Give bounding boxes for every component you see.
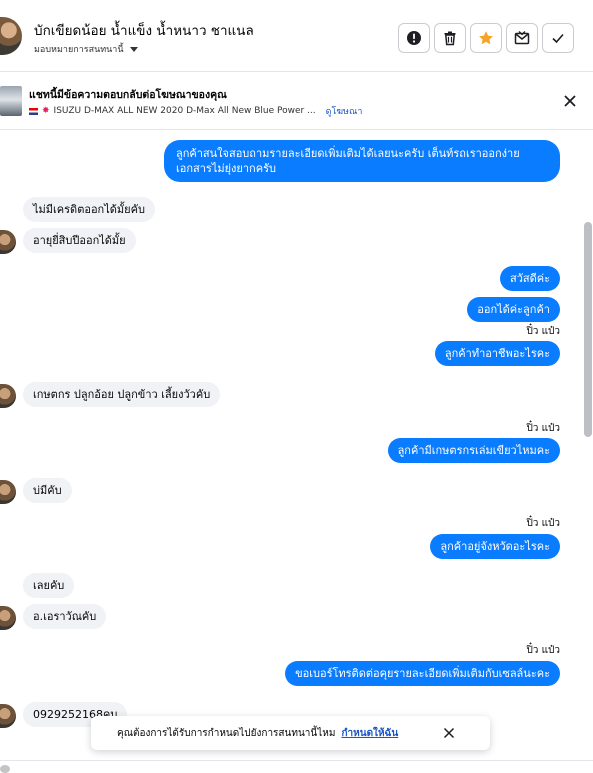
contact-avatar-small [0, 704, 16, 728]
contact-name[interactable]: บักเขียดน้อย น้ำแข็ง น้ำหนาว ชาแนล [34, 19, 254, 41]
message-outgoing[interactable]: ลูกค้าอยู่จังหวัดอะไรคะ [430, 534, 560, 559]
message-outgoing[interactable]: ลูกค้ามีเกษตรกรเล่มเขียวไหมคะ [387, 438, 560, 463]
contact-avatar-small [0, 606, 16, 630]
ad-reply-banner: แชทนี้มีข้อความตอบกลับต่อโฆษณาของคุณ ✸ I… [0, 72, 593, 130]
close-icon[interactable] [563, 94, 577, 108]
assign-conversation-dropdown[interactable]: มอบหมายการสนทนานี้ [34, 42, 138, 56]
check-icon [552, 33, 564, 44]
seen-indicator: ปิ๋ว แป๋ว [526, 326, 560, 337]
close-icon[interactable] [443, 727, 455, 739]
trash-icon [444, 31, 456, 46]
ad-description-line: ✸ ISUZU D-MAX ALL NEW 2020 D-Max All New… [29, 104, 362, 118]
message-incoming[interactable]: เกษตกร ปลูกอ้อย ปลูกข้าว เลี้ยงวัวคับ [23, 382, 221, 407]
star-icon [479, 31, 493, 45]
delete-button[interactable] [434, 23, 466, 53]
ad-description: ISUZU D-MAX ALL NEW 2020 D-Max All New B… [53, 106, 316, 116]
message-outgoing[interactable]: ออกได้ค่ะลูกค้า [467, 297, 560, 322]
contact-avatar[interactable] [0, 17, 22, 55]
contact-avatar-small [0, 384, 16, 408]
sparkle-icon: ✸ [42, 106, 50, 116]
message-outgoing[interactable]: ลูกค้าสนใจสอบถามรายละเอียดเพิ่มเติมได้เล… [164, 140, 560, 182]
thai-flag-icon [29, 107, 38, 115]
view-ad-link[interactable]: ดูโฆษณา [326, 104, 363, 118]
message-incoming[interactable]: เลยคับ [23, 573, 75, 598]
mark-unread-button[interactable] [506, 23, 538, 53]
contact-avatar-small [0, 480, 16, 504]
assign-to-me-link[interactable]: กำหนดให้ฉัน [341, 726, 398, 741]
mark-done-button[interactable] [542, 23, 574, 53]
report-button[interactable] [398, 23, 430, 53]
report-icon [407, 31, 421, 45]
assign-label: มอบหมายการสนทนานี้ [34, 45, 124, 55]
seen-indicator: ปิ๋ว แป๋ว [526, 518, 560, 529]
message-incoming[interactable]: อ.เอราวัณคับ [23, 604, 107, 629]
chat-scrollbar[interactable] [584, 222, 592, 437]
ad-banner-title: แชทนี้มีข้อความตอบกลับต่อโฆษณาของคุณ [29, 89, 227, 101]
ad-thumbnail[interactable] [0, 86, 22, 116]
assign-toast: คุณต้องการได้รับการกำหนดไปยังการสนทนานี้… [91, 716, 490, 750]
message-incoming[interactable]: ไม่มีเครดิตออกได้มั้ยคับ [23, 197, 155, 222]
message-outgoing[interactable]: ลูกค้าทำอาชีพอะไรคะ [434, 341, 560, 366]
message-incoming[interactable]: บ่มีคับ [23, 478, 72, 503]
star-button[interactable] [470, 23, 502, 53]
mark-unread-icon [514, 31, 530, 45]
seen-indicator: ปิ๋ว แป๋ว [526, 423, 560, 434]
contact-avatar-small [0, 230, 16, 254]
toast-message: คุณต้องการได้รับการกำหนดไปยังการสนทนานี้… [117, 727, 336, 739]
composer-avatar [0, 765, 10, 773]
message-incoming[interactable]: อายุยี่สิบปีออกได้มั้ย [23, 228, 136, 253]
seen-indicator: ปิ๋ว แป๋ว [526, 645, 560, 656]
message-outgoing[interactable]: ขอเบอร์โทรติดต่อคุยรายละเอียดเพิ่มเติมกั… [285, 661, 560, 686]
composer-area[interactable] [0, 760, 593, 773]
message-outgoing[interactable]: สวัสดีค่ะ [499, 266, 560, 291]
caret-down-icon [129, 46, 138, 52]
conversation-header: บักเขียดน้อย น้ำแข็ง น้ำหนาว ชาแนล มอบหม… [0, 0, 593, 72]
